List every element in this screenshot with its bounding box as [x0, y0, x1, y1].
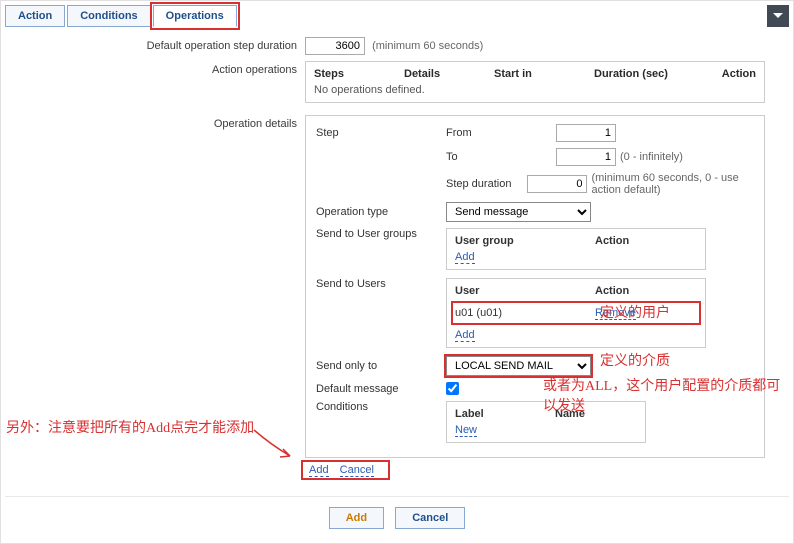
no-ops-text: No operations defined. [314, 84, 756, 96]
to-label: To [446, 151, 556, 163]
u-row-remove[interactable]: Remove [595, 307, 636, 320]
u-add-link[interactable]: Add [455, 329, 475, 342]
optype-select[interactable]: Send message [446, 202, 591, 222]
usergroups-table: User group Action Add [446, 228, 706, 270]
footer-add-button[interactable]: Add [329, 507, 384, 529]
th-action: Action [714, 68, 756, 80]
op-details-label: Operation details [5, 115, 305, 476]
to-input[interactable] [556, 148, 616, 166]
th-startin: Start in [494, 68, 594, 80]
optype-label: Operation type [316, 206, 446, 218]
duration-hint: (minimum 60 seconds) [372, 40, 483, 52]
ug-th-action: Action [595, 235, 629, 247]
conditions-table: Label Name New [446, 401, 646, 443]
to-hint: (0 - infinitely) [620, 151, 683, 163]
details-cancel[interactable]: Cancel [340, 464, 374, 477]
u-th-user: User [455, 285, 595, 297]
footer-cancel-button[interactable]: Cancel [395, 507, 465, 529]
defmsg-checkbox[interactable] [446, 382, 459, 395]
th-steps: Steps [314, 68, 404, 80]
step-label: Step [316, 127, 446, 139]
c-new-link[interactable]: New [455, 424, 477, 437]
sendonly-label: Send only to [316, 360, 446, 372]
tab-operations[interactable]: Operations [153, 5, 237, 27]
sendonly-select[interactable]: LOCAL SEND MAIL [446, 356, 591, 376]
stepdur-input[interactable] [527, 175, 587, 193]
u-row-user: u01 (u01) [455, 307, 595, 319]
duration-label: Default operation step duration [5, 37, 305, 55]
stepdur-label: Step duration [446, 178, 527, 190]
tab-action[interactable]: Action [5, 5, 65, 27]
details-add[interactable]: Add [309, 464, 329, 477]
from-label: From [446, 127, 556, 139]
conditions-label: Conditions [316, 401, 446, 413]
tabs-bar: Action Conditions Operations [5, 5, 789, 27]
action-ops-label: Action operations [5, 61, 305, 103]
usergroups-label: Send to User groups [316, 228, 446, 240]
tab-conditions[interactable]: Conditions [67, 5, 150, 27]
footer: Add Cancel [5, 496, 789, 539]
users-label: Send to Users [316, 278, 446, 290]
c-th-name: Name [555, 408, 585, 420]
op-details-box: Step From To (0 - infinitely) [305, 115, 765, 458]
u-th-action: Action [595, 285, 629, 297]
dropdown-icon[interactable] [767, 5, 789, 27]
th-details: Details [404, 68, 494, 80]
details-cmds: Add Cancel [305, 464, 386, 476]
c-th-label: Label [455, 408, 555, 420]
th-duration: Duration (sec) [594, 68, 714, 80]
duration-input[interactable] [305, 37, 365, 55]
action-ops-table: Steps Details Start in Duration (sec) Ac… [305, 61, 765, 103]
stepdur-hint: (minimum 60 seconds, 0 - use action defa… [591, 172, 754, 196]
ug-th-group: User group [455, 235, 595, 247]
users-table: User Action u01 (u01) Remove Add [446, 278, 706, 348]
defmsg-label: Default message [316, 383, 446, 395]
ug-add-link[interactable]: Add [455, 251, 475, 264]
from-input[interactable] [556, 124, 616, 142]
